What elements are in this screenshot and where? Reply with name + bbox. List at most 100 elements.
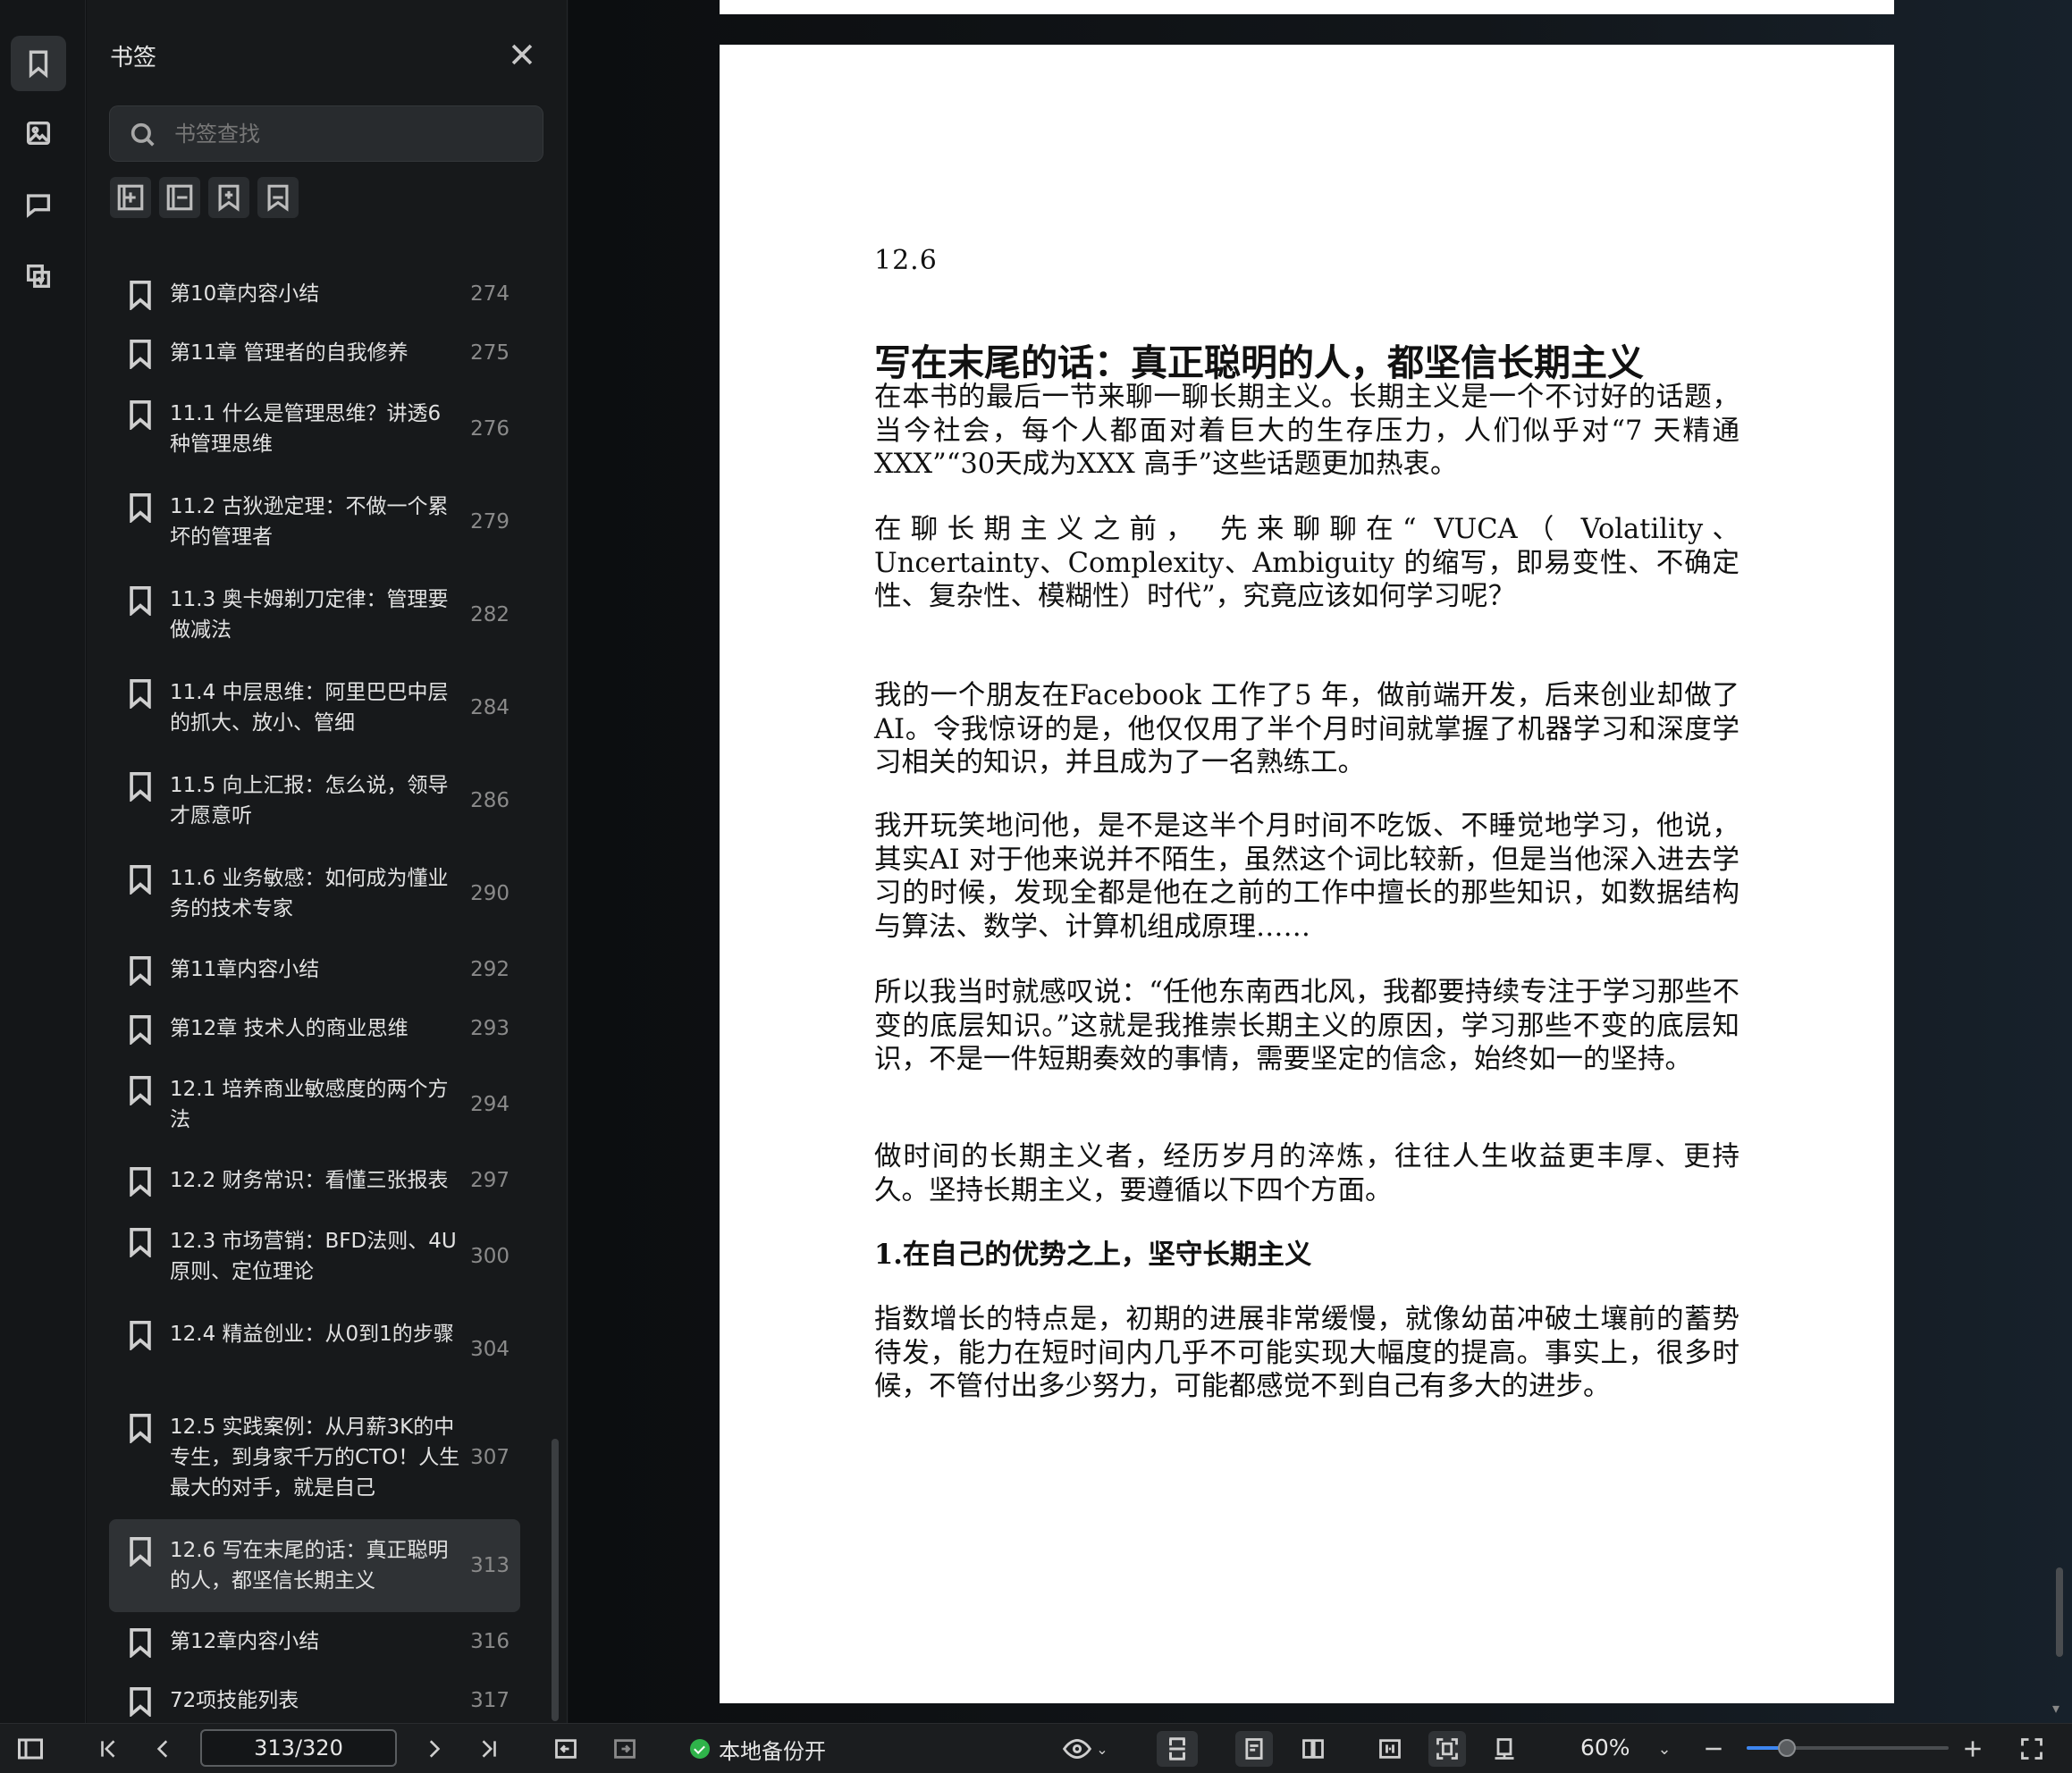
bookmark-item[interactable]: 11.1 什么是管理思维？讲透6种管理思维 276 [109,382,520,475]
bookmark-item[interactable]: 第10章内容小结 274 [109,265,520,324]
rail-thumbnail-button[interactable] [11,105,66,161]
bookmark-item[interactable]: 第11章内容小结 292 [109,940,520,999]
sidebar-rail [0,0,86,1723]
bookmark-page-number: 284 [470,696,510,719]
bookmark-label: 11.2 古狄逊定理：不做一个累坏的管理者 [170,495,449,549]
zoom-out-button[interactable] [1698,1731,1729,1767]
add-sub-bookmark-button[interactable] [208,177,249,218]
bookmark-item[interactable]: 12.4 精益创业：从0到1的步骤 304 [109,1303,520,1396]
bookmark-page-number: 300 [470,1245,510,1268]
bookmark-icon [127,339,154,371]
remove-bookmark-button[interactable] [159,177,200,218]
zoom-slider-thumb[interactable] [1778,1739,1797,1757]
next-page-button[interactable] [418,1731,449,1767]
bookmark-page-number: 275 [470,341,510,365]
panel-scrollbar[interactable] [552,1439,559,1721]
check-circle-icon [690,1739,710,1759]
bookmark-search-input[interactable] [174,106,532,161]
fit-page-button[interactable] [1428,1731,1466,1767]
last-page-button[interactable] [474,1731,504,1767]
bookmark-item[interactable]: 第12章 技术人的商业思维 293 [109,999,520,1058]
bookmark-page-number: 304 [470,1338,510,1361]
document-scrollbar[interactable] [2056,1567,2063,1657]
fit-width-button[interactable] [1371,1731,1409,1767]
bookmark-item[interactable]: 12.3 市场营销：BFD法则、4U原则、定位理论 300 [109,1210,520,1303]
bookmark-item[interactable]: 12.1 培养商业敏感度的两个方法 294 [109,1058,520,1151]
scroll-down-icon[interactable]: ▾ [2052,1700,2059,1717]
bookmark-icon [127,1014,154,1046]
forward-button[interactable] [610,1731,640,1767]
bookmark-item[interactable]: 72项技能列表 317 [109,1671,520,1723]
bookmark-label: 11.5 向上汇报：怎么说，领导才愿意听 [170,774,449,828]
bookmark-item[interactable]: 11.6 业务敏感：如何成为懂业务的技术专家 290 [109,847,520,940]
bookmark-label: 11.6 业务敏感：如何成为懂业务的技术专家 [170,867,449,920]
bottom-toolbar: 本地备份开 ⌄ 60% ⌄ [0,1723,2072,1773]
bookmark-item[interactable]: 11.2 古狄逊定理：不做一个累坏的管理者 279 [109,475,520,568]
back-button[interactable] [551,1731,581,1767]
rail-extract-button[interactable] [11,248,66,304]
zoom-level[interactable]: 60% [1580,1735,1630,1760]
bookmark-page-number: 297 [470,1169,510,1192]
image-icon [26,121,51,146]
bookmark-icon [127,1166,154,1198]
bookmark-item[interactable]: 第11章 管理者的自我修养 275 [109,324,520,382]
bookmark-item[interactable]: 第12章内容小结 316 [109,1612,520,1671]
page-number-input[interactable] [200,1729,397,1767]
dual-page-button[interactable] [1294,1731,1332,1767]
bookmark-item[interactable]: 12.2 财务常识：看懂三张报表 297 [109,1151,520,1210]
bookmark-page-number: 316 [470,1630,510,1653]
bookmark-page-number: 279 [470,510,510,534]
back-icon [555,1739,577,1759]
dual-page-icon [1302,1739,1324,1759]
paragraph: 指数增长的特点是，初期的进展非常缓慢，就像幼苗冲破土壤前的蓄势待发，能力在短时间… [874,1304,1739,1402]
bookmark-icon [127,1320,154,1352]
bookmark-label: 12.2 财务常识：看懂三张报表 [170,1169,449,1192]
bookmark-page-number: 293 [470,1017,510,1040]
bookmark-item[interactable]: 11.4 中层思维：阿里巴巴中层的抓大、放小、管细 284 [109,661,520,754]
bookmark-icon [127,955,154,987]
single-page-button[interactable] [1235,1731,1273,1767]
continuous-scroll-button[interactable] [1157,1731,1198,1767]
minus-icon [1706,1747,1722,1751]
panel-title: 书签 [110,45,157,71]
plus-icon [1965,1741,1981,1757]
subheading: 1.在自己的优势之上，坚守长期主义 [874,1239,1312,1271]
add-bookmark-button[interactable] [110,177,151,218]
bookmark-item[interactable]: 11.5 向上汇报：怎么说，领导才愿意听 286 [109,754,520,847]
rail-comment-button[interactable] [11,177,66,232]
fullscreen-button[interactable] [2017,1731,2047,1767]
chevron-down-icon: ⌄ [1657,1739,1672,1759]
single-page-icon [1245,1738,1263,1760]
bookmark-label: 第12章 技术人的商业思维 [170,1017,409,1040]
bookmark-outline-button[interactable] [257,177,299,218]
close-panel-button[interactable] [507,39,537,70]
rail-bookmark-button[interactable] [11,36,66,91]
paragraph: 在本书的最后一节来聊一聊长期主义。长期主义是一个不讨好的话题，当今社会，每个人都… [874,382,1739,480]
bookmark-item[interactable]: 12.5 实践案例：从月薪3K的中专生，到身家千万的CTO！人生最大的对手，就是… [109,1396,520,1519]
bookmark-item[interactable]: 11.3 奥卡姆剃刀定律：管理要做减法 282 [109,568,520,661]
bookmark-icon [127,1227,154,1259]
first-page-button[interactable] [93,1731,123,1767]
paragraph: 我的一个朋友在Facebook 工作了5 年，做前端开发，后来创业却做了AI。令… [874,680,1739,778]
bookmark-page-number: 292 [470,958,510,981]
toggle-sidebar-button[interactable] [14,1731,46,1767]
zoom-dropdown-button[interactable]: ⌄ [1654,1731,1675,1767]
bookmark-icon [127,1686,154,1718]
local-backup-status[interactable]: 本地备份开 [690,1733,826,1765]
bookmark-icon [127,280,154,312]
bookmark-page-number: 294 [470,1093,510,1116]
zoom-in-button[interactable] [1958,1731,1988,1767]
eye-comfort-button[interactable]: ⌄ [1060,1731,1110,1767]
bookmark-icon [127,399,154,432]
fit-page-icon [1436,1738,1458,1760]
actual-size-button[interactable] [1486,1731,1523,1767]
close-icon [511,44,533,65]
bookmark-icon [29,50,48,79]
previous-page-button[interactable] [148,1731,179,1767]
bookmark-page-number: 282 [470,603,510,626]
zoom-slider[interactable] [1747,1739,1949,1757]
bookmark-icon [127,678,154,710]
bookmark-item[interactable]: 12.6 写在末尾的话：真正聪明的人，都坚信长期主义 313 [109,1519,520,1612]
continuous-page-icon [1169,1737,1185,1760]
fit-width-icon [1379,1739,1401,1759]
